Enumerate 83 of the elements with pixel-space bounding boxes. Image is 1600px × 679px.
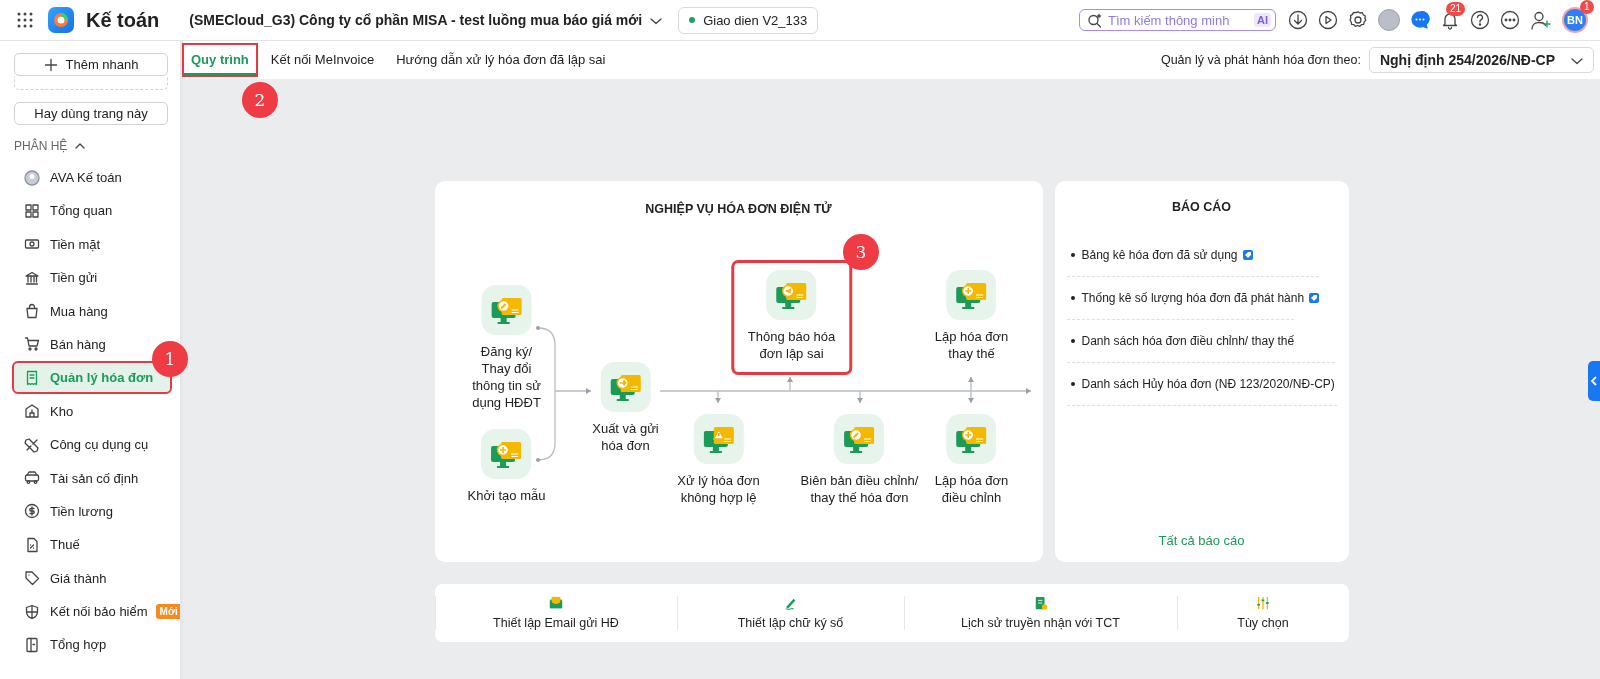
report-link[interactable]: Bảng kê hóa đơn đã sử dụng [1066, 234, 1253, 276]
connector-arrow [714, 390, 721, 404]
shortcut-item[interactable]: Thiết lập Email gửi HĐ [434, 596, 677, 630]
app-logo[interactable] [48, 7, 74, 33]
tab[interactable]: Hướng dẫn xử lý hóa đơn đã lập sai [389, 45, 613, 75]
report-link[interactable]: Danh sách Hủy hóa đơn (NĐ 123/2020/NĐ-CP) [1066, 362, 1335, 405]
module-icon [24, 503, 40, 520]
tab[interactable]: Kết nối MeInvoice [263, 45, 382, 75]
module-icon [24, 603, 40, 620]
process-step[interactable]: Khởi tạo mẫu [457, 422, 556, 510]
sidebar-item[interactable]: Kho [14, 396, 74, 426]
all-reports-link[interactable]: Tất cả báo cáo [1158, 533, 1245, 548]
sidebar-item[interactable]: Công cụ dụng cụ [14, 430, 149, 460]
settings-icon [1348, 10, 1368, 30]
sidebar-item[interactable]: Tổng quan [14, 196, 113, 226]
sidebar-item[interactable]: Tiền gửi [14, 263, 98, 293]
card-title: BÁO CÁO [1172, 200, 1231, 214]
shortcut-icon [549, 596, 563, 610]
new-badge: Mới [155, 604, 180, 620]
report-link[interactable]: Thống kê số lượng hóa đơn đã phát hành [1066, 276, 1320, 319]
sidebar-item[interactable]: Giá thành [14, 563, 107, 593]
module-icon [24, 470, 40, 486]
module-icon [24, 202, 40, 219]
report-tag-icon [1242, 250, 1253, 260]
search-field[interactable]: Tìm kiếm thông minh AI [1079, 9, 1276, 31]
connector-arrow [967, 376, 974, 404]
app-title: Kế toán [86, 8, 160, 32]
notification-badge: 1 [1580, 0, 1594, 14]
company-selector[interactable]: (SMECloud_G3) Công ty cổ phần MISA - test luồng mua báo giá mới [189, 12, 663, 28]
connector-arrow [856, 390, 863, 404]
process-step[interactable]: Xử lý hóa đơn không hợp lệ [667, 407, 770, 512]
regulation-label: Quản lý và phát hành hóa đơn theo: [1160, 53, 1361, 67]
shortcut-item[interactable]: Lịch sử truyền nhận với TCT [903, 596, 1177, 630]
sidebar-item[interactable]: Kết nối bảo hiểm Mới [14, 597, 180, 627]
report-tag-icon [1309, 293, 1320, 303]
process-step[interactable]: Xuất và gửi hóa đơn [582, 355, 669, 460]
shortcut-item[interactable]: Thiết lập chữ ký số [676, 596, 904, 630]
assistant-avatar-icon [24, 169, 40, 186]
quick-add-button[interactable]: Thêm nhanh [14, 53, 168, 76]
play-icon [1318, 10, 1338, 30]
plus-icon [43, 57, 58, 72]
sidebar-item[interactable]: Tổng hợp [14, 630, 107, 660]
add-user-icon [1530, 10, 1552, 30]
chat-icon [1410, 10, 1430, 30]
card-title: NGHIỆP VỤ HÓA ĐƠN ĐIỆN TỬ [645, 202, 832, 216]
section-header[interactable]: PHÂN HỆ [14, 139, 170, 153]
connector-arrow [553, 388, 592, 394]
sidebar-item[interactable]: Tiền mặt [14, 229, 101, 259]
connector-arrow [786, 376, 793, 392]
regulation-dropdown[interactable]: Nghị định 254/2026/NĐ-CP [1368, 47, 1594, 73]
module-icon [24, 570, 40, 587]
process-step[interactable]: Đăng ký/ Thay đổi thông tin sử dụng HĐĐT [462, 278, 551, 417]
report-link[interactable]: Danh sách hóa đơn điều chỉnh/ thay thế [1066, 319, 1295, 362]
module-icon [24, 369, 40, 386]
help-icon [1470, 10, 1490, 30]
collapse-panel-handle[interactable] [1588, 361, 1600, 401]
download-icon [1288, 10, 1308, 30]
module-icon [24, 303, 40, 320]
sidebar-item[interactable]: AVA Kế toán [14, 163, 122, 192]
shortcut-icon [783, 596, 798, 610]
more-icon [1500, 10, 1520, 30]
shortcut-icon [1033, 596, 1048, 610]
version-selector[interactable]: Giao dien V2_133 [678, 6, 819, 34]
notification-badge: 21 [1446, 2, 1466, 16]
sidebar-item[interactable]: Mua hàng [14, 296, 108, 326]
sidebar-item[interactable]: Tài sản cố định [14, 463, 139, 493]
apps-grid-icon [16, 11, 34, 29]
module-icon [24, 336, 40, 353]
sparkle-search-icon [1087, 12, 1102, 28]
module-icon [24, 403, 40, 420]
shortcut-icon [1256, 596, 1270, 610]
sidebar-item[interactable]: Thuế [14, 530, 80, 560]
avatar-photo[interactable] [1378, 9, 1400, 31]
module-icon [24, 636, 40, 653]
sidebar-item[interactable]: Tiền lương [14, 496, 113, 526]
process-step[interactable]: Lập hóa đơn thay thế [924, 263, 1019, 368]
module-icon [24, 436, 40, 453]
shortcut-item[interactable]: Tùy chọn [1176, 596, 1349, 630]
module-icon [24, 536, 40, 553]
tab[interactable]: Quy trình [184, 45, 256, 75]
favorite-page-button[interactable]: Hay dùng trang này [14, 102, 168, 125]
module-icon [24, 269, 40, 286]
sidebar-item[interactable]: Bán hàng [14, 329, 106, 359]
